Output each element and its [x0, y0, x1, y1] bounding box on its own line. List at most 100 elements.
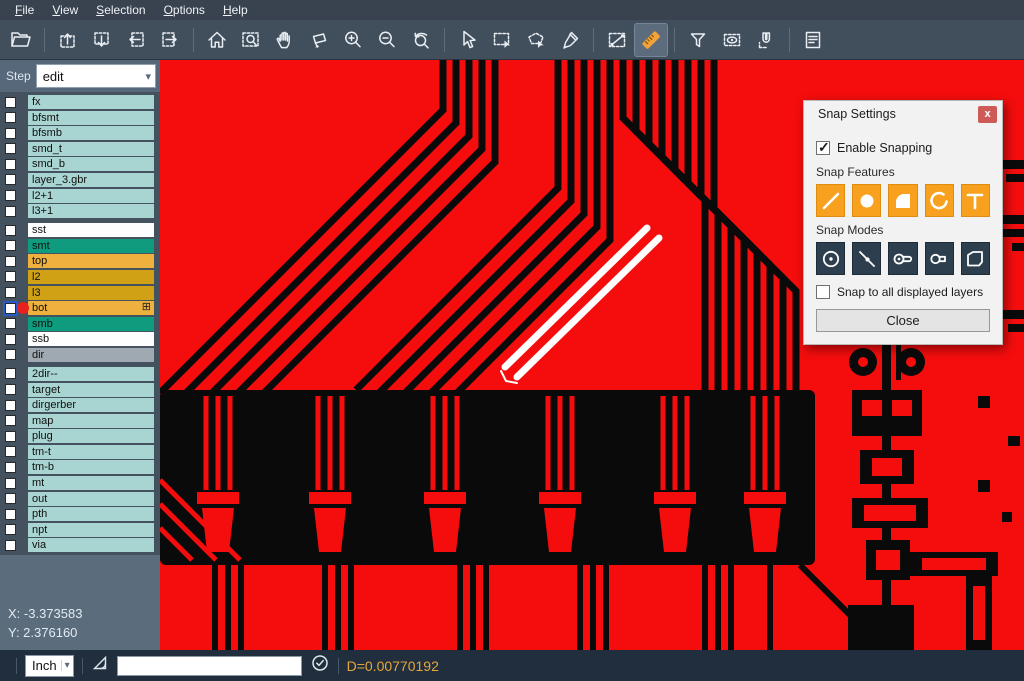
- snap-feature-arc-icon[interactable]: [925, 184, 954, 217]
- layer-visibility-checkbox[interactable]: [5, 462, 16, 473]
- layer-visibility-checkbox[interactable]: [5, 368, 16, 379]
- layer-name[interactable]: out: [28, 492, 154, 506]
- layer-visibility-checkbox[interactable]: [5, 206, 16, 217]
- layer-visibility-checkbox[interactable]: [5, 478, 16, 489]
- layer-name[interactable]: target: [28, 383, 154, 397]
- menu-file[interactable]: File: [6, 1, 43, 19]
- layer-visibility-checkbox[interactable]: [5, 240, 16, 251]
- brush-clean-icon[interactable]: [554, 24, 586, 56]
- layer-name[interactable]: bfsmt: [28, 111, 154, 125]
- layer-visibility-checkbox[interactable]: [5, 334, 16, 345]
- layer-name[interactable]: smt: [28, 239, 154, 253]
- step-select[interactable]: edit ▾: [36, 64, 156, 88]
- zoom-out-icon[interactable]: [371, 24, 403, 56]
- layer-row[interactable]: l2+1: [0, 189, 154, 203]
- layer-visibility-checkbox[interactable]: [5, 446, 16, 457]
- layer-row[interactable]: fx: [0, 95, 154, 109]
- layer-row[interactable]: tm-t: [0, 445, 154, 459]
- layer-row[interactable]: npt: [0, 523, 154, 537]
- layer-row[interactable]: map: [0, 414, 154, 428]
- snap-mode-profile-icon[interactable]: [961, 242, 990, 275]
- zoom-region-icon[interactable]: [235, 24, 267, 56]
- view-options-icon[interactable]: [716, 24, 748, 56]
- layer-visibility-checkbox[interactable]: [5, 287, 16, 298]
- layer-name[interactable]: l3: [28, 286, 154, 300]
- layer-visibility-checkbox[interactable]: [5, 415, 16, 426]
- open-folder-icon[interactable]: [5, 24, 37, 56]
- layer-row[interactable]: smt: [0, 239, 154, 253]
- layer-name[interactable]: ssb: [28, 332, 154, 346]
- layer-visibility-checkbox[interactable]: [5, 509, 16, 520]
- enable-snapping-checkbox[interactable]: [816, 141, 830, 155]
- layer-row[interactable]: l3: [0, 286, 154, 300]
- layer-visibility-checkbox[interactable]: [5, 143, 16, 154]
- close-button[interactable]: Close: [816, 309, 990, 332]
- layer-name[interactable]: map: [28, 414, 154, 428]
- layer-visibility-checkbox[interactable]: [5, 271, 16, 282]
- layer-row[interactable]: bot⊞: [0, 301, 154, 315]
- layer-name[interactable]: fx: [28, 95, 154, 109]
- layer-row[interactable]: mt: [0, 476, 154, 490]
- menu-view[interactable]: View: [43, 1, 87, 19]
- layer-name[interactable]: dir: [28, 348, 154, 362]
- dialog-title-bar[interactable]: Snap Settings x: [804, 101, 1002, 127]
- enable-snapping-row[interactable]: Enable Snapping: [816, 141, 990, 155]
- layer-row[interactable]: ssb: [0, 332, 154, 346]
- layer-visibility-checkbox[interactable]: [5, 174, 16, 185]
- layer-name[interactable]: via: [28, 538, 154, 552]
- layer-name[interactable]: bfsmb: [28, 126, 154, 140]
- zoom-previous-icon[interactable]: [405, 24, 437, 56]
- layer-visibility-checkbox[interactable]: [5, 303, 16, 314]
- layer-name[interactable]: l2: [28, 270, 154, 284]
- layer-visibility-checkbox[interactable]: [5, 225, 16, 236]
- layer-visibility-checkbox[interactable]: [5, 400, 16, 411]
- layer-row[interactable]: smd_b: [0, 157, 154, 171]
- layer-name[interactable]: npt: [28, 523, 154, 537]
- layer-name[interactable]: smd_b: [28, 157, 154, 171]
- layer-name[interactable]: pth: [28, 507, 154, 521]
- import-down-icon[interactable]: [86, 24, 118, 56]
- layer-row[interactable]: bfsmb: [0, 126, 154, 140]
- layer-name[interactable]: mt: [28, 476, 154, 490]
- layer-row[interactable]: pth: [0, 507, 154, 521]
- layer-name[interactable]: tm-b: [28, 460, 154, 474]
- layer-name[interactable]: l3+1: [28, 204, 154, 218]
- snap-mode-closest-point-icon[interactable]: [852, 242, 881, 275]
- rect-select-icon[interactable]: [486, 24, 518, 56]
- angle-measure-icon[interactable]: [91, 654, 109, 677]
- layer-visibility-checkbox[interactable]: [5, 159, 16, 170]
- layer-name[interactable]: l2+1: [28, 189, 154, 203]
- snap-magnet-icon[interactable]: [750, 24, 782, 56]
- snap-feature-line-icon[interactable]: [816, 184, 845, 217]
- layer-visibility-checkbox[interactable]: [5, 493, 16, 504]
- layer-visibility-checkbox[interactable]: [5, 318, 16, 329]
- layer-row[interactable]: dir: [0, 348, 154, 362]
- layer-visibility-checkbox[interactable]: [5, 384, 16, 395]
- layer-visibility-checkbox[interactable]: [5, 128, 16, 139]
- layer-name[interactable]: top: [28, 254, 154, 268]
- layer-name[interactable]: dirgerber: [28, 398, 154, 412]
- layer-row[interactable]: layer_3.gbr: [0, 173, 154, 187]
- layer-visibility-checkbox[interactable]: [5, 97, 16, 108]
- layer-row[interactable]: 2dir--: [0, 367, 154, 381]
- layer-visibility-checkbox[interactable]: [5, 190, 16, 201]
- layer-row[interactable]: via: [0, 538, 154, 552]
- ruler-icon[interactable]: [635, 24, 667, 56]
- layer-name[interactable]: tm-t: [28, 445, 154, 459]
- zoom-in-icon[interactable]: [337, 24, 369, 56]
- layer-row[interactable]: sst: [0, 223, 154, 237]
- command-input[interactable]: [117, 656, 302, 676]
- layer-name[interactable]: bot⊞: [28, 301, 154, 315]
- layer-row[interactable]: l3+1: [0, 204, 154, 218]
- apply-check-icon[interactable]: [310, 653, 330, 678]
- snap-mode-slot-center-icon[interactable]: [888, 242, 917, 275]
- layer-row[interactable]: smb: [0, 317, 154, 331]
- layer-row[interactable]: top: [0, 254, 154, 268]
- import-left-icon[interactable]: [120, 24, 152, 56]
- layer-name[interactable]: smb: [28, 317, 154, 331]
- home-icon[interactable]: [201, 24, 233, 56]
- units-select[interactable]: Inch ▾: [25, 655, 74, 677]
- close-icon[interactable]: x: [978, 106, 997, 123]
- menu-help[interactable]: Help: [214, 1, 257, 19]
- layer-visibility-checkbox[interactable]: [5, 431, 16, 442]
